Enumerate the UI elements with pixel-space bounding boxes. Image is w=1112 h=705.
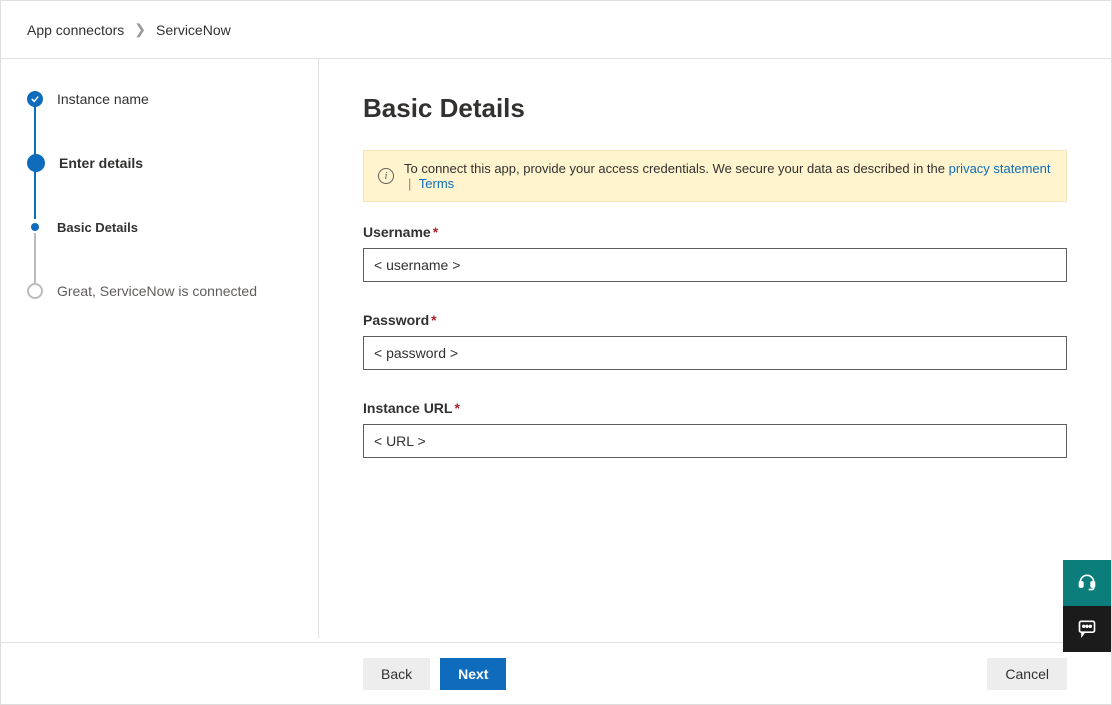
step-connected: Great, ServiceNow is connected [27,281,298,301]
step-instance-name[interactable]: Instance name [27,89,298,109]
username-label: Username* [363,224,1067,240]
wizard-footer: Back Next Cancel [1,642,1111,704]
step-label: Enter details [59,155,143,171]
breadcrumb-current: ServiceNow [156,22,231,38]
info-icon: i [378,168,394,184]
cancel-button[interactable]: Cancel [987,658,1067,690]
step-basic-details[interactable]: Basic Details [27,217,298,237]
label-text: Instance URL [363,400,452,416]
breadcrumb: App connectors ❯ ServiceNow [1,1,1111,59]
username-input[interactable] [363,248,1067,282]
back-button[interactable]: Back [363,658,430,690]
instance-url-input[interactable] [363,424,1067,458]
step-enter-details[interactable]: Enter details [27,153,298,173]
content-body: Instance name Enter details Basic Detail… [1,59,1111,638]
wizard-steps: Instance name Enter details Basic Detail… [27,89,298,301]
info-banner: i To connect this app, provide your acce… [363,150,1067,202]
page-title: Basic Details [363,93,1067,124]
banner-message: To connect this app, provide your access… [404,161,949,176]
label-text: Password [363,312,429,328]
label-text: Username [363,224,431,240]
password-label: Password* [363,312,1067,328]
field-username: Username* [363,224,1067,282]
required-asterisk: * [433,224,438,240]
check-circle-icon [27,91,43,107]
current-step-icon [27,154,45,172]
wizard-sidebar: Instance name Enter details Basic Detail… [1,59,319,638]
future-step-icon [27,283,43,299]
instance-url-label: Instance URL* [363,400,1067,416]
chevron-right-icon: ❯ [134,21,146,38]
step-connector [34,169,36,219]
field-instance-url: Instance URL* [363,400,1067,458]
chat-icon [1077,618,1097,641]
banner-divider: | [408,176,411,191]
step-connector [34,233,36,283]
headset-icon [1077,572,1097,595]
step-label: Great, ServiceNow is connected [57,283,257,299]
footer-left-buttons: Back Next [363,658,506,690]
substep-dot-icon [31,223,39,231]
next-button[interactable]: Next [440,658,506,690]
terms-link[interactable]: Terms [419,176,454,191]
field-password: Password* [363,312,1067,370]
banner-text: To connect this app, provide your access… [404,161,1052,191]
floating-widgets [1063,560,1111,652]
breadcrumb-parent[interactable]: App connectors [27,22,124,38]
step-connector [34,105,36,155]
step-label: Basic Details [57,220,138,235]
page-frame: App connectors ❯ ServiceNow Instance nam… [0,0,1112,705]
privacy-statement-link[interactable]: privacy statement [949,161,1051,176]
required-asterisk: * [431,312,436,328]
main-panel: Basic Details i To connect this app, pro… [319,59,1111,638]
password-input[interactable] [363,336,1067,370]
step-label: Instance name [57,91,149,107]
support-widget[interactable] [1063,560,1111,606]
required-asterisk: * [454,400,459,416]
chat-widget[interactable] [1063,606,1111,652]
